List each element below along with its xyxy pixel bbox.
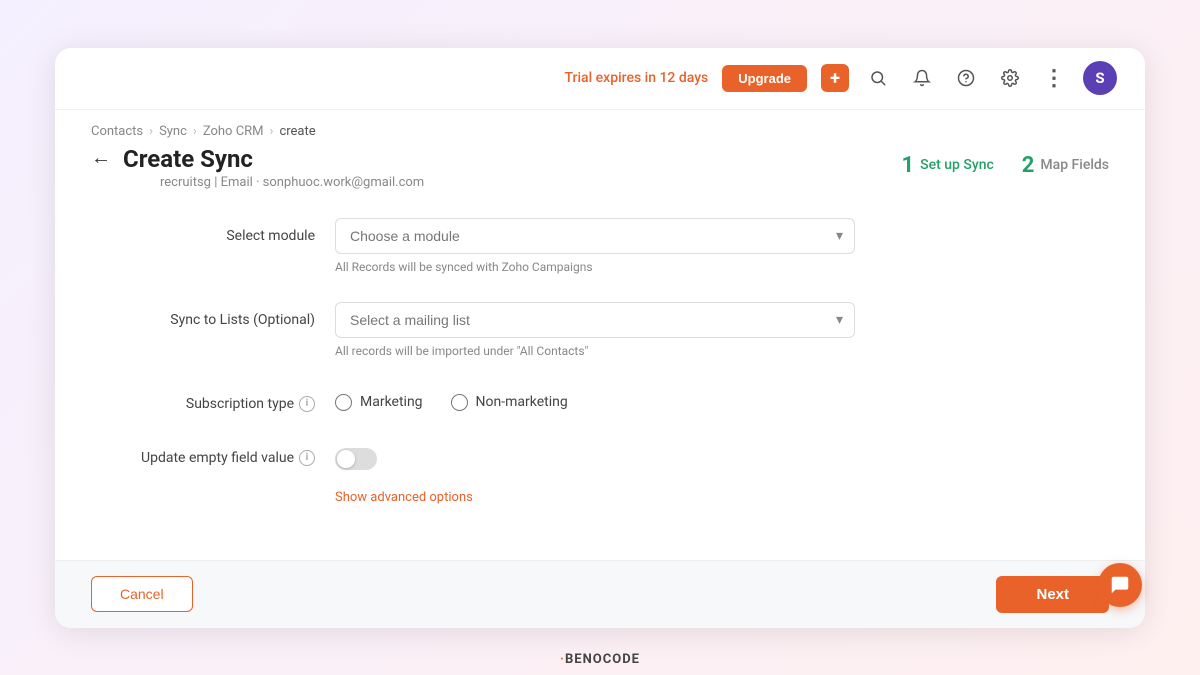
nonmarketing-radio-option[interactable]: Non-marketing [451,394,568,411]
trial-text: Trial expires in 12 days [565,70,709,86]
avatar[interactable]: S [1083,61,1117,95]
breadcrumb: Contacts › Sync › Zoho CRM › create [55,110,1145,139]
update-empty-toggle-wrap [335,440,855,470]
step-1-num: 1 [901,153,914,178]
update-empty-label: Update empty field value [141,450,294,466]
show-advanced-options[interactable]: Show advanced options [135,490,1065,505]
breadcrumb-contacts[interactable]: Contacts [91,124,143,139]
step-2-label: Map Fields [1040,157,1109,173]
sync-lists-label: Sync to Lists (Optional) [135,302,315,328]
cancel-button[interactable]: Cancel [91,576,193,612]
footer: Cancel Next [55,560,1145,628]
step-1: 1 Set up Sync [901,153,993,178]
breadcrumb-sep-2: › [193,124,197,139]
marketing-label: Marketing [360,394,423,410]
sync-lists-row: Sync to Lists (Optional) Select a mailin… [135,302,1065,358]
brand-bar: ·BENOCODE [560,652,640,667]
select-module-dropdown[interactable]: Choose a module [335,218,855,254]
select-module-control: Choose a module ▾ All Records will be sy… [335,218,855,274]
back-button[interactable]: ← [91,147,111,170]
breadcrumb-sep-1: › [149,124,153,139]
update-empty-row: Update empty field value i [135,440,1065,470]
breadcrumb-create: create [279,124,315,139]
update-empty-toggle[interactable] [335,448,377,470]
search-icon[interactable] [863,63,893,93]
subscription-type-label-wrap: Subscription type i [135,386,315,412]
select-module-label: Select module [135,218,315,244]
form-area: Select module Choose a module ▾ All Reco… [55,190,1145,560]
nonmarketing-radio[interactable] [451,394,468,411]
more-icon[interactable]: ⋮ [1039,63,1069,93]
step-1-label: Set up Sync [920,157,994,173]
subscription-type-control: Marketing Non-marketing [335,386,855,411]
brand-name: BENOCODE [565,652,640,667]
next-button[interactable]: Next [996,576,1109,613]
subscription-radio-group: Marketing Non-marketing [335,386,855,411]
update-empty-label-wrap: Update empty field value i [135,440,315,466]
update-empty-info-icon[interactable]: i [299,450,315,466]
marketing-radio[interactable] [335,394,352,411]
page-subtitle: recruitsg | Email · sonphuoc.work@gmail.… [91,175,901,190]
sync-lists-dropdown[interactable]: Select a mailing list [335,302,855,338]
update-empty-control [335,440,855,470]
select-module-row: Select module Choose a module ▾ All Reco… [135,218,1065,274]
help-icon[interactable] [951,63,981,93]
upgrade-button[interactable]: Upgrade [722,65,807,92]
select-module-hint: All Records will be synced with Zoho Cam… [335,260,855,274]
page-title: Create Sync [123,145,253,173]
breadcrumb-zohocrm[interactable]: Zoho CRM [203,124,264,139]
sync-lists-hint: All records will be imported under "All … [335,344,855,358]
subscription-type-label: Subscription type [186,396,294,412]
marketing-radio-option[interactable]: Marketing [335,394,423,411]
sync-lists-control: Select a mailing list ▾ All records will… [335,302,855,358]
add-button[interactable]: + [821,64,849,92]
settings-icon[interactable] [995,63,1025,93]
nonmarketing-label: Non-marketing [476,394,568,410]
chat-bubble[interactable] [1098,563,1142,607]
subscription-type-row: Subscription type i Marketing Non-market… [135,386,1065,412]
topbar: Trial expires in 12 days Upgrade + ⋮ S [55,48,1145,110]
step-2-num: 2 [1022,153,1035,178]
notifications-icon[interactable] [907,63,937,93]
step-2: 2 Map Fields [1022,153,1109,178]
breadcrumb-sep-3: › [270,124,274,139]
subscription-info-icon[interactable]: i [299,396,315,412]
toggle-knob [337,450,355,468]
breadcrumb-sync[interactable]: Sync [159,124,187,139]
